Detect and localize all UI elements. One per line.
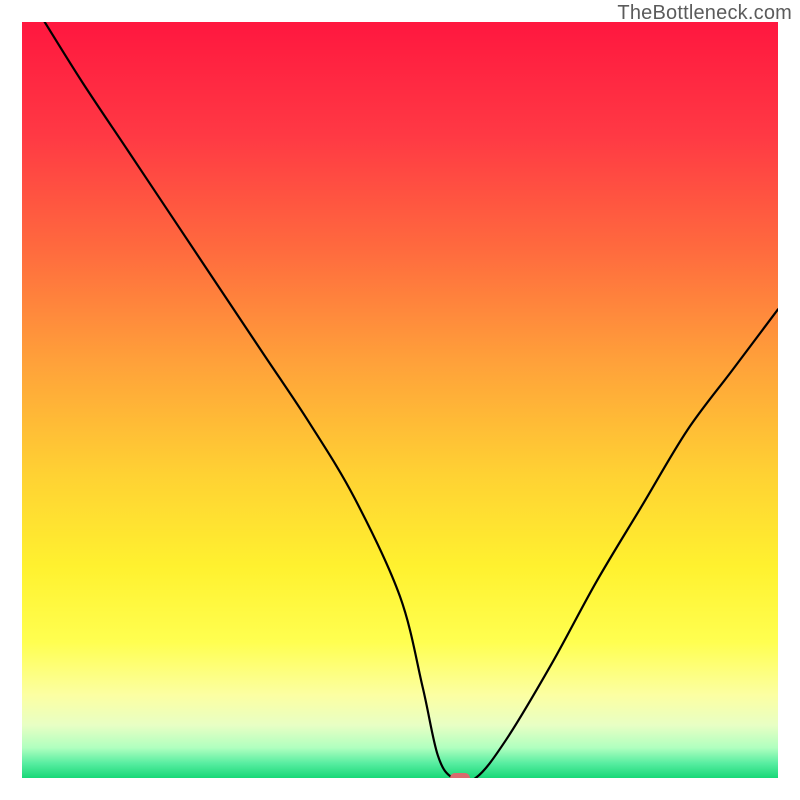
optimal-marker [450,773,470,778]
curve-layer [22,22,778,778]
chart-container: TheBottleneck.com [0,0,800,800]
plot-area [22,22,778,778]
bottleneck-curve [45,22,778,778]
